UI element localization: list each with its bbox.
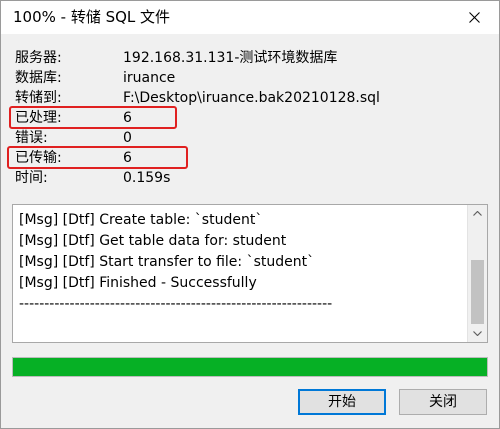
close-button[interactable]: 关闭 [399, 389, 487, 415]
chevron-up-icon [473, 211, 482, 216]
scroll-down-button[interactable] [468, 325, 487, 342]
log-separator: ----------------------------------------… [19, 296, 333, 312]
server-value: 192.168.31.131-测试环境数据库 [123, 50, 338, 66]
log-line: [Msg] [Dtf] Get table data for: student [19, 233, 287, 249]
progress-bar [12, 357, 488, 377]
transferred-highlight-box [7, 146, 188, 169]
dump-sql-dialog: 100% - 转储 SQL 文件 服务器: 192.168.31.131-测试环… [0, 0, 500, 429]
errors-value: 0 [123, 130, 132, 146]
log-scrollbar[interactable] [467, 205, 487, 342]
server-label: 服务器: [15, 50, 62, 66]
processed-highlight-box [9, 106, 177, 129]
scroll-thumb[interactable] [471, 260, 484, 324]
log-line: [Msg] [Dtf] Finished - Successfully [19, 275, 257, 291]
log-line: [Msg] [Dtf] Start transfer to file: `stu… [19, 254, 315, 270]
database-value: iruance [123, 70, 176, 86]
message-log[interactable]: [Msg] [Dtf] Create table: `student` [Msg… [12, 204, 488, 343]
log-lines: [Msg] [Dtf] Create table: `student` [Msg… [19, 210, 464, 315]
progress-fill [13, 358, 487, 376]
window-title: 100% - 转储 SQL 文件 [13, 8, 171, 26]
close-icon [469, 12, 480, 23]
scroll-up-button[interactable] [468, 205, 487, 222]
window-close-button[interactable] [455, 3, 495, 32]
errors-label: 错误: [15, 130, 48, 146]
time-value: 0.159s [123, 170, 171, 186]
dump-to-label: 转储到: [15, 90, 62, 106]
start-button[interactable]: 开始 [298, 389, 386, 415]
time-label: 时间: [15, 170, 48, 186]
title-bar: 100% - 转储 SQL 文件 [1, 1, 499, 34]
database-label: 数据库: [15, 70, 62, 86]
dump-to-value: F:\Desktop\iruance.bak20210128.sql [123, 90, 380, 106]
chevron-down-icon [473, 331, 482, 336]
log-line: [Msg] [Dtf] Create table: `student` [19, 212, 263, 228]
